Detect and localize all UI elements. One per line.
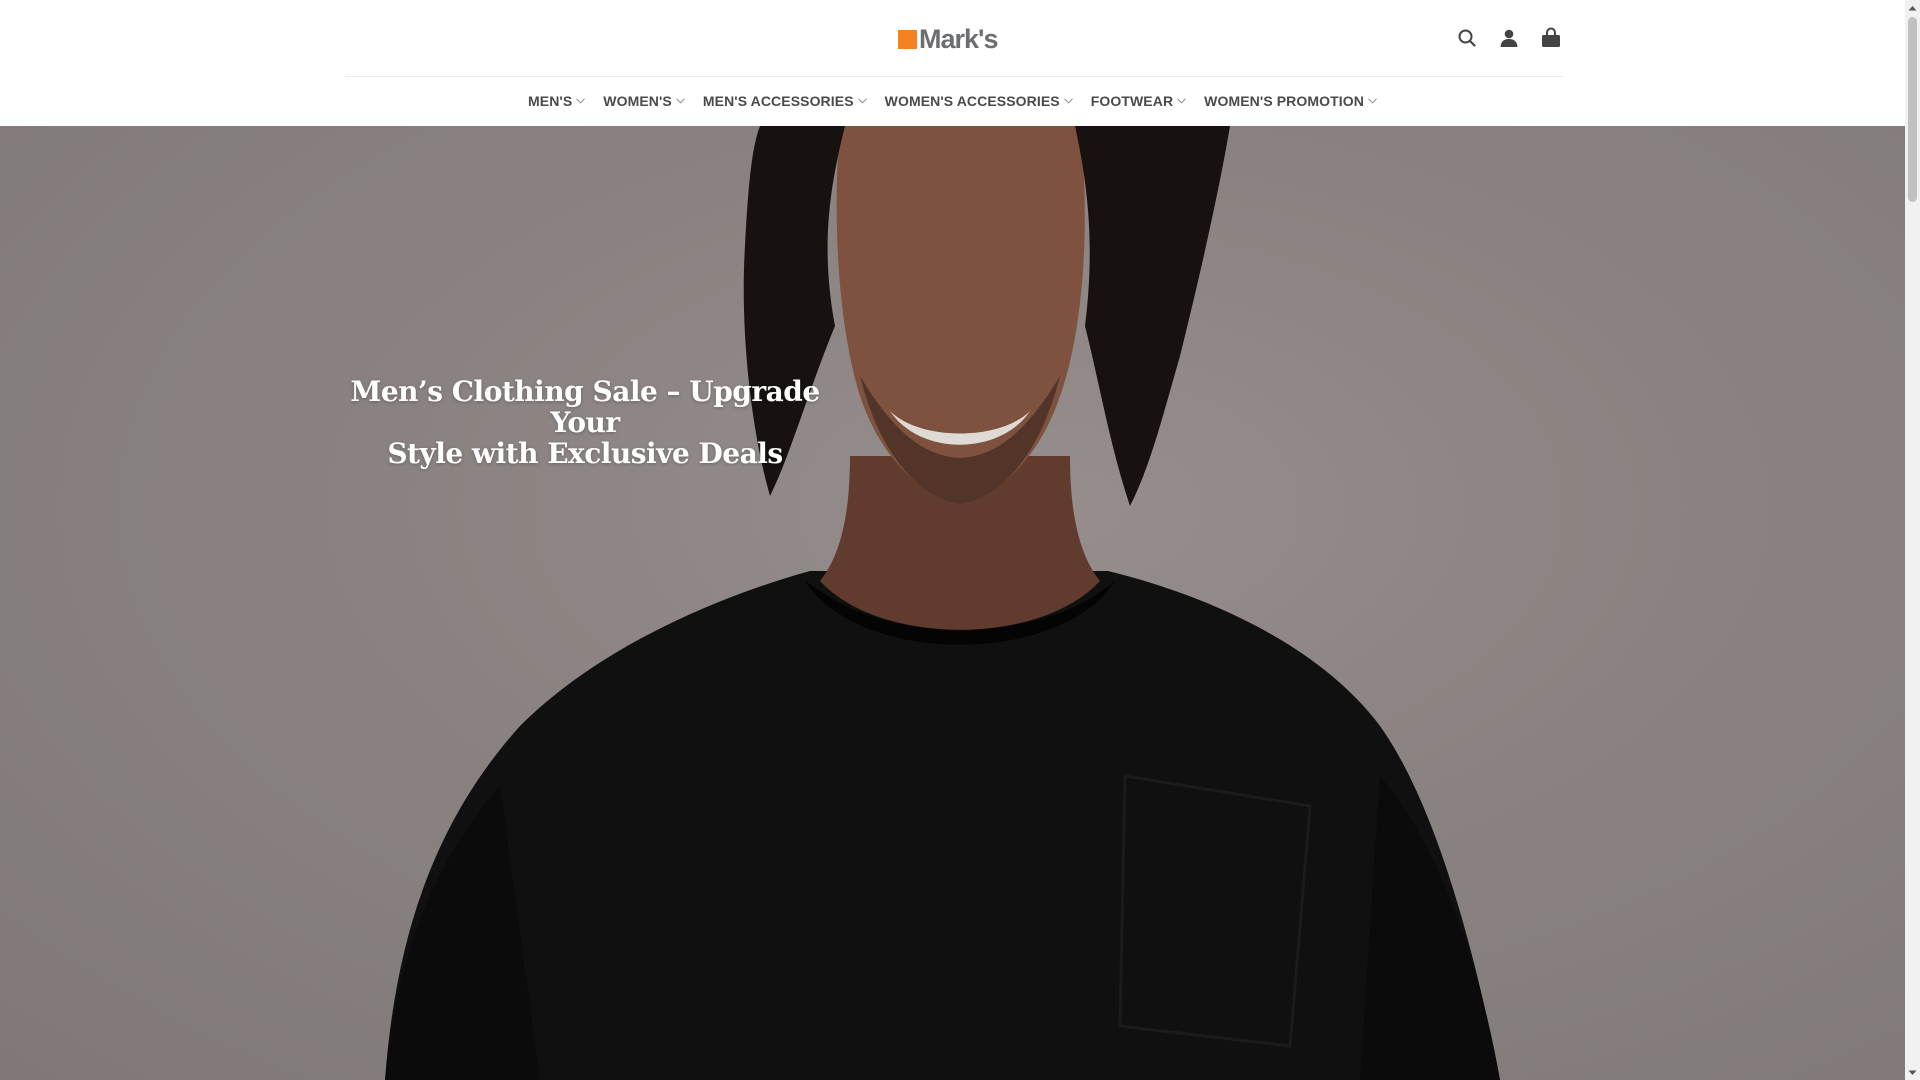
- nav-item-label: WOMEN'S PROMOTION: [1204, 93, 1364, 109]
- chevron-down-icon: [1368, 98, 1377, 104]
- nav-item-label: WOMEN'S ACCESSORIES: [884, 93, 1060, 109]
- scroll-down-arrow-icon[interactable]: [1905, 1065, 1920, 1080]
- nav-item-footwear[interactable]: FOOTWEAR: [1090, 93, 1187, 109]
- scroll-up-arrow-icon[interactable]: [1905, 0, 1920, 15]
- nav-item-womens-accessories[interactable]: WOMEN'S ACCESSORIES: [885, 93, 1073, 109]
- nav-item-mens-accessories[interactable]: MEN'S ACCESSORIES: [703, 93, 867, 109]
- cart-icon[interactable]: [1539, 26, 1563, 50]
- nav-item-mens[interactable]: MEN'S: [528, 93, 586, 109]
- site-logo[interactable]: Mark's: [898, 24, 998, 54]
- page-scrollbar[interactable]: [1905, 0, 1920, 1080]
- chevron-down-icon: [576, 98, 586, 104]
- nav-item-label: MEN'S: [528, 93, 573, 109]
- chevron-down-icon: [1177, 98, 1187, 104]
- header-top-bar: Mark's: [345, 0, 1563, 77]
- nav-item-label: MEN'S ACCESSORIES: [702, 93, 854, 109]
- hero-overlay: [0, 126, 1905, 1080]
- hero-banner[interactable]: Men’s Clothing Sale – Upgrade Your Style…: [0, 126, 1905, 1080]
- logo-text: Mark's: [919, 24, 998, 54]
- hero-title-line-2: Style with Exclusive Deals: [387, 437, 783, 470]
- nav-item-womens[interactable]: WOMEN'S: [603, 93, 685, 109]
- chevron-down-icon: [1063, 98, 1073, 104]
- logo-mark: [898, 29, 917, 49]
- hero-title: Men’s Clothing Sale – Upgrade Your Style…: [345, 376, 825, 469]
- scrollbar-thumb[interactable]: [1908, 17, 1917, 202]
- hero-title-line-1: Men’s Clothing Sale – Upgrade Your: [350, 375, 820, 439]
- search-icon[interactable]: [1455, 26, 1479, 50]
- nav-item-label: WOMEN'S: [603, 93, 672, 109]
- chevron-down-icon: [857, 98, 867, 104]
- main-nav: MEN'S WOMEN'S MEN'S ACCESSORIES WOMEN'S …: [0, 88, 1905, 114]
- nav-item-womens-promotion[interactable]: WOMEN'S PROMOTION: [1204, 93, 1377, 109]
- header-icons: [1455, 24, 1563, 52]
- site-header: Mark's MEN'S WOMEN'S MEN'S ACCESSORIES W…: [0, 0, 1905, 126]
- chevron-down-icon: [676, 98, 685, 104]
- nav-item-label: FOOTWEAR: [1090, 93, 1174, 109]
- account-icon[interactable]: [1497, 26, 1521, 50]
